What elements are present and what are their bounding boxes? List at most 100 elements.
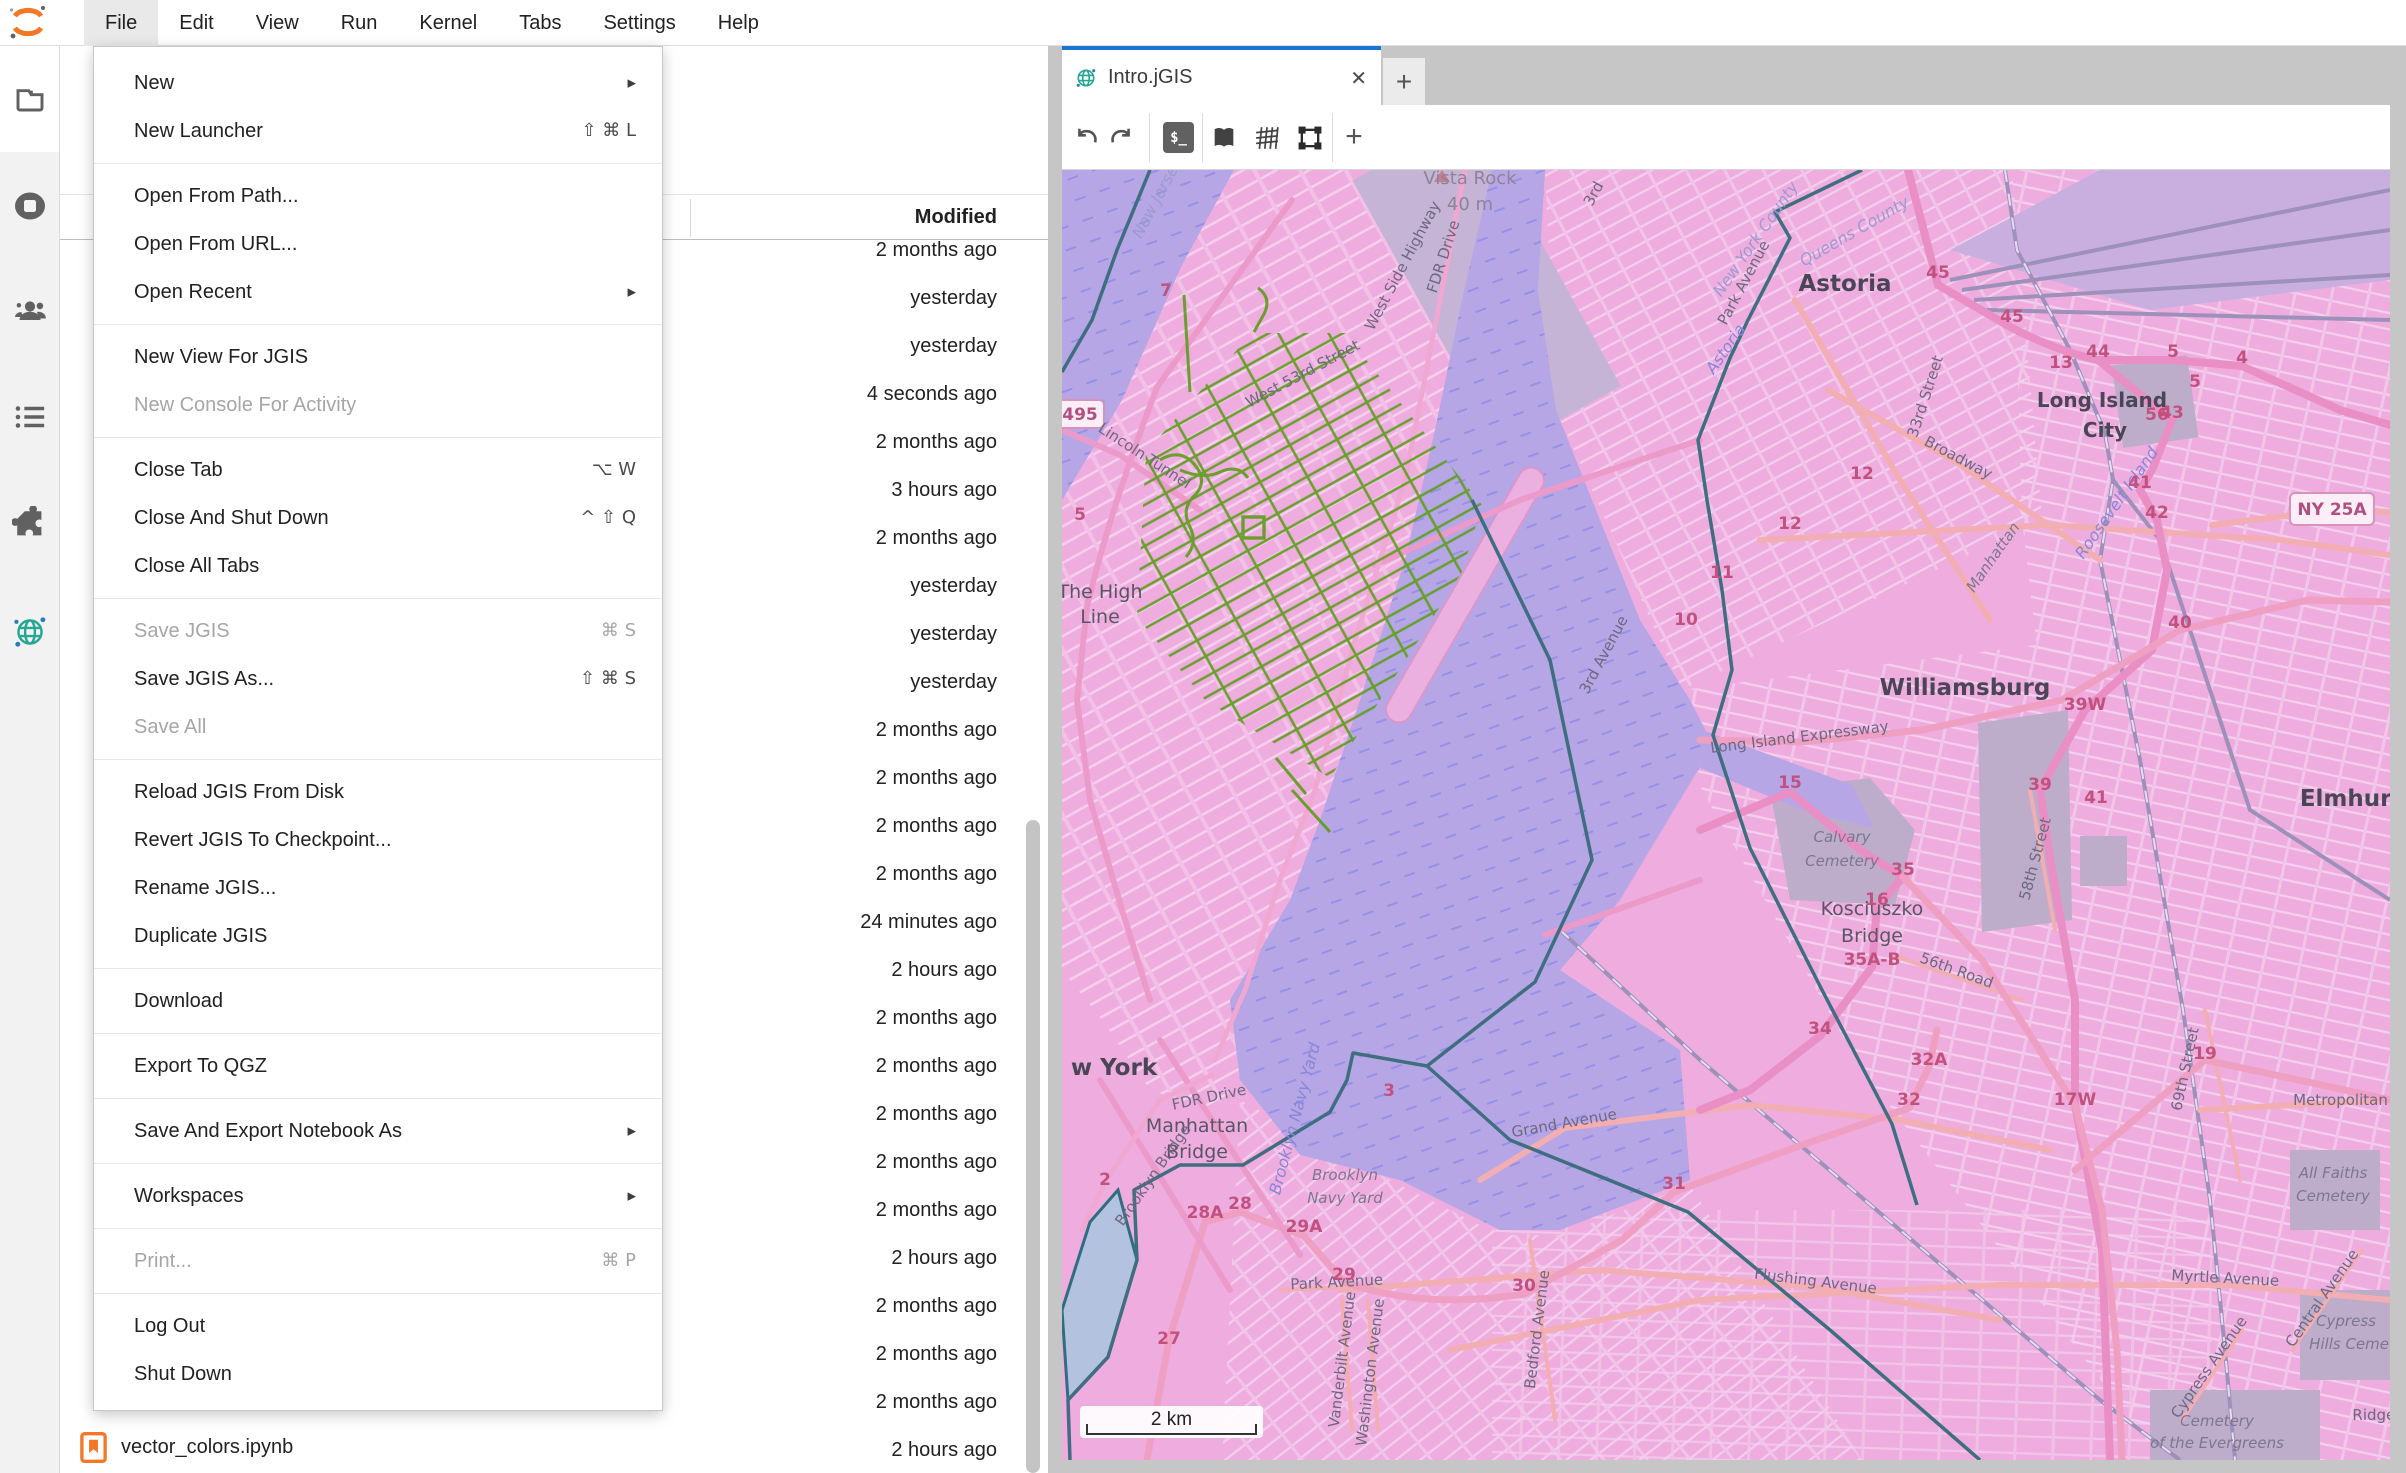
map-label: Brooklyn: [1312, 1166, 1378, 1184]
route-number: 39: [2028, 775, 2052, 795]
map-canvas[interactable]: 495NY 25A New JerseyWest Side HighwayVis…: [1062, 170, 2390, 1460]
map-label: 40 m: [1447, 194, 1493, 215]
route-number: 42: [2145, 503, 2169, 523]
map-toolbar: $_ +: [1062, 105, 2390, 170]
menu-item-close-tab[interactable]: Close Tab⌥ W: [94, 446, 662, 494]
map-label: Bridge: [1841, 925, 1903, 947]
menu-item-revert-jgis-to-checkpoint[interactable]: Revert JGIS To Checkpoint...: [94, 816, 662, 864]
map-label: Cypress: [2316, 1312, 2376, 1330]
route-number: 41: [2128, 473, 2152, 493]
file-browser-icon[interactable]: [0, 64, 59, 136]
menu-item-open-from-url[interactable]: Open From URL...: [94, 220, 662, 268]
app-logo-icon: [8, 3, 48, 43]
menu-item-save-jgis-as[interactable]: Save JGIS As...⇧ ⌘ S: [94, 655, 662, 703]
menubar-item-kernel[interactable]: Kernel: [398, 0, 498, 46]
map-label: Cemetery: [2296, 1187, 2371, 1205]
map-label: Elmhurst: [2300, 786, 2390, 812]
menubar: FileEditViewRunKernelTabsSettingsHelp: [0, 0, 2406, 46]
route-number: 10: [1674, 610, 1698, 630]
tab-close-icon[interactable]: ✕: [1350, 66, 1367, 90]
menu-item-duplicate-jgis[interactable]: Duplicate JGIS: [94, 912, 662, 960]
menu-item-save-and-export-notebook-as[interactable]: Save And Export Notebook As▸: [94, 1107, 662, 1155]
route-number: 11: [1710, 563, 1734, 583]
file-list-scrollbar[interactable]: [1026, 820, 1040, 1473]
menubar-item-settings[interactable]: Settings: [582, 0, 696, 46]
add-tab-button[interactable]: +: [1383, 58, 1425, 105]
menu-item-open-from-path[interactable]: Open From Path...: [94, 172, 662, 220]
menu-item-new-launcher[interactable]: New Launcher⇧ ⌘ L: [94, 107, 662, 155]
submenu-arrow-icon: ▸: [615, 59, 636, 107]
menubar-item-file[interactable]: File: [84, 0, 158, 46]
svg-text:495: 495: [1062, 405, 1098, 425]
menu-item-print: Print...⌘ P: [94, 1237, 662, 1285]
edit-vertices-button[interactable]: [1294, 122, 1326, 154]
menu-item-open-recent[interactable]: Open Recent▸: [94, 268, 662, 316]
menu-item-close-all-tabs[interactable]: Close All Tabs: [94, 542, 662, 590]
menubar-item-tabs[interactable]: Tabs: [498, 0, 582, 46]
book-basemap-button[interactable]: [1208, 122, 1240, 154]
route-number: 5: [2167, 342, 2179, 362]
route-number: 29: [1332, 1265, 1356, 1285]
menu-item-download[interactable]: Download: [94, 977, 662, 1025]
undo-button[interactable]: [1071, 122, 1103, 154]
notebook-icon: [80, 1432, 107, 1463]
menu-item-new[interactable]: New▸: [94, 59, 662, 107]
menu-item-new-view-for-jgis[interactable]: New View For JGIS: [94, 333, 662, 381]
file-row-vector-colors[interactable]: vector_colors.ipynb: [80, 1423, 293, 1471]
jgis-globe-icon[interactable]: [0, 596, 59, 668]
tab-title: Intro.jGIS: [1108, 66, 1192, 89]
console-button[interactable]: $_: [1163, 122, 1194, 153]
route-number: 29A: [1286, 1217, 1324, 1237]
menubar-items: FileEditViewRunKernelTabsSettingsHelp: [84, 0, 780, 46]
map-label: Line: [1080, 606, 1120, 628]
route-number: 12: [1850, 464, 1874, 484]
route-number: 35A-B: [1844, 950, 1901, 970]
modified-column-header[interactable]: Modified: [915, 195, 997, 239]
route-number: 30: [1512, 1276, 1536, 1296]
map-label: Hills Cemet: [2309, 1335, 2390, 1353]
route-number: 39W: [2064, 695, 2107, 715]
map-label: Manhattan: [1146, 1115, 1248, 1137]
route-number: 44: [2086, 342, 2110, 362]
running-kernels-icon[interactable]: [0, 170, 59, 242]
menubar-item-edit[interactable]: Edit: [158, 0, 234, 46]
dock-tab-bar: Intro.jGIS ✕ +: [1048, 46, 2406, 105]
extension-manager-icon[interactable]: [0, 488, 59, 560]
menu-item-rename-jgis[interactable]: Rename JGIS...: [94, 864, 662, 912]
file-name: vector_colors.ipynb: [121, 1436, 293, 1459]
map-label: All Faiths: [2298, 1164, 2368, 1182]
menu-item-export-to-qgz[interactable]: Export To QGZ: [94, 1042, 662, 1090]
map-label: Ridgew: [2352, 1406, 2390, 1424]
submenu-arrow-icon: ▸: [615, 1172, 636, 1220]
map-label: of the Evergreens: [2150, 1434, 2284, 1452]
grid-layer-button[interactable]: [1251, 122, 1283, 154]
add-layer-button[interactable]: +: [1338, 116, 1370, 158]
menubar-item-run[interactable]: Run: [320, 0, 399, 46]
menu-separator: [94, 1293, 662, 1294]
menu-separator: [94, 598, 662, 599]
map-label: The High: [1062, 581, 1143, 603]
route-number: 40: [2168, 613, 2192, 633]
menu-item-workspaces[interactable]: Workspaces▸: [94, 1172, 662, 1220]
menubar-item-view[interactable]: View: [235, 0, 320, 46]
redo-button[interactable]: [1105, 122, 1137, 154]
menu-separator: [94, 1098, 662, 1099]
map-label: Cemetery: [2180, 1412, 2255, 1430]
collaboration-users-icon[interactable]: [0, 275, 59, 347]
tab-intro-jgis[interactable]: Intro.jGIS ✕: [1062, 46, 1381, 105]
column-divider[interactable]: [690, 199, 691, 237]
table-of-contents-icon[interactable]: [0, 381, 59, 453]
menu-item-log-out[interactable]: Log Out: [94, 1302, 662, 1350]
map-label: Astoria: [1798, 271, 1891, 297]
menu-separator: [94, 968, 662, 969]
menubar-item-help[interactable]: Help: [697, 0, 780, 46]
menu-separator: [94, 437, 662, 438]
menu-item-shut-down[interactable]: Shut Down: [94, 1350, 662, 1398]
menu-item-reload-jgis-from-disk[interactable]: Reload JGIS From Disk: [94, 768, 662, 816]
route-number: 7: [1160, 281, 1172, 301]
menu-item-close-and-shut-down[interactable]: Close And Shut Down^ ⇧ Q: [94, 494, 662, 542]
menu-separator: [94, 1033, 662, 1034]
route-number: 45: [1926, 263, 1950, 283]
route-number: 12: [1778, 514, 1802, 534]
file-menu-dropdown: New▸New Launcher⇧ ⌘ LOpen From Path...Op…: [93, 46, 663, 1411]
